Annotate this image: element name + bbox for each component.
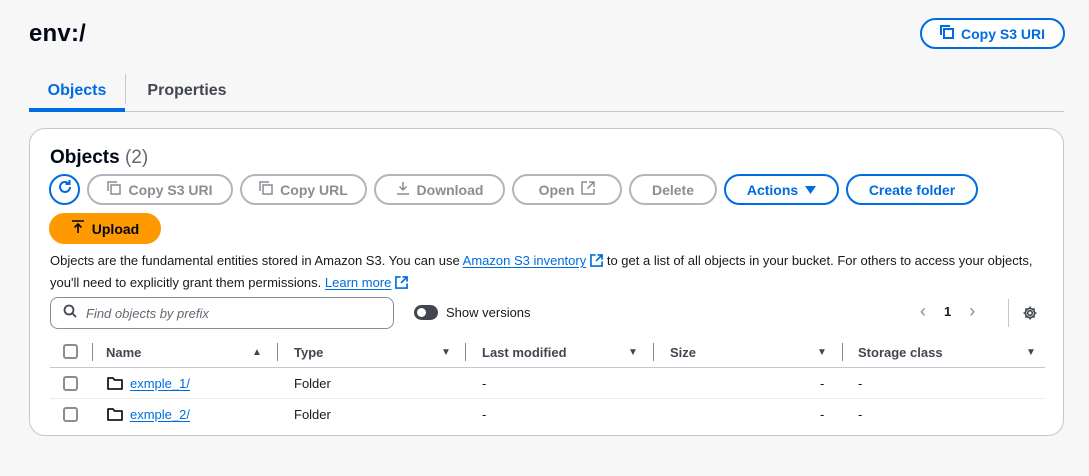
row-checkbox[interactable] (63, 376, 78, 391)
column-divider (653, 343, 654, 361)
folder-icon (107, 376, 123, 393)
panel-title: Objects (2) (50, 147, 148, 169)
panel-title-text: Objects (50, 147, 120, 168)
gear-icon[interactable] (1022, 305, 1038, 326)
description-text-1: Objects are the fundamental entities sto… (50, 253, 463, 268)
refresh-button[interactable] (49, 174, 80, 205)
column-divider (92, 343, 93, 361)
sort-asc-icon[interactable]: ▲ (252, 347, 262, 358)
delete-button[interactable]: Delete (629, 174, 717, 205)
object-size: - (820, 376, 825, 391)
current-page[interactable]: 1 (944, 304, 951, 319)
object-last-modified: - (482, 376, 487, 391)
column-divider (842, 343, 843, 361)
open-button[interactable]: Open (512, 174, 622, 205)
create-folder-label: Create folder (868, 181, 956, 198)
copy-icon (259, 181, 273, 198)
object-name-link[interactable]: exmple_2/ (130, 407, 190, 422)
download-label: Download (416, 181, 484, 198)
pagination-divider (1008, 299, 1009, 327)
column-header-size[interactable]: Size (670, 345, 696, 360)
learn-more-link[interactable]: Learn more (325, 275, 391, 290)
upload-arrow-icon (71, 220, 85, 237)
copy-s3-uri-label: Copy S3 URI (960, 25, 1045, 42)
object-type: Folder (294, 407, 331, 422)
column-header-name[interactable]: Name (106, 345, 141, 360)
pagination: ‹ 1 › (920, 301, 975, 322)
tab-objects[interactable]: Objects (29, 72, 125, 112)
show-versions-label: Show versions (446, 305, 531, 320)
download-icon (396, 181, 410, 198)
column-divider (465, 343, 466, 361)
show-versions-toggle[interactable] (414, 305, 438, 320)
object-size: - (820, 407, 825, 422)
column-header-last-modified[interactable]: Last modified (482, 345, 567, 360)
sort-desc-icon[interactable]: ▼ (441, 347, 451, 358)
table-row[interactable]: exmple_2/ Folder - - - (50, 399, 1045, 430)
create-folder-button[interactable]: Create folder (846, 174, 978, 205)
object-last-modified: - (482, 407, 487, 422)
delete-label: Delete (651, 181, 695, 198)
copy-icon (939, 25, 954, 42)
object-storage-class: - (858, 407, 863, 422)
upload-button[interactable]: Upload (49, 213, 161, 244)
object-count: (2) (124, 147, 149, 168)
select-all-checkbox[interactable] (63, 344, 78, 359)
show-versions-toggle-group: Show versions (414, 305, 531, 320)
column-divider (277, 343, 278, 361)
upload-label: Upload (91, 220, 140, 237)
sort-desc-icon[interactable]: ▼ (1026, 347, 1036, 358)
chevron-left-icon[interactable]: ‹ (920, 301, 926, 322)
tab-properties[interactable]: Properties (135, 72, 239, 110)
objects-description: Objects are the fundamental entities sto… (50, 251, 1050, 295)
table-row[interactable]: exmple_1/ Folder - - - (50, 368, 1045, 399)
actions-label: Actions (746, 181, 799, 198)
table-header: Name ▲ Type ▼ Last modified ▼ Size ▼ Sto… (50, 338, 1045, 368)
copy-s3-uri-toolbar-label: Copy S3 URI (128, 181, 213, 198)
object-type: Folder (294, 376, 331, 391)
copy-url-button[interactable]: Copy URL (240, 174, 367, 205)
sort-desc-icon[interactable]: ▼ (628, 347, 638, 358)
external-link-icon (581, 181, 596, 198)
objects-panel: Objects (2) Copy S3 URI Copy URL Downloa… (29, 128, 1064, 436)
external-link-icon (590, 253, 604, 273)
search-icon (63, 304, 77, 323)
search-input[interactable] (86, 305, 376, 321)
amazon-s3-inventory-link[interactable]: Amazon S3 inventory (463, 253, 587, 268)
upload-row: Upload (49, 213, 161, 244)
refresh-icon (57, 179, 73, 200)
chevron-right-icon[interactable]: › (969, 301, 975, 322)
objects-table: Name ▲ Type ▼ Last modified ▼ Size ▼ Sto… (50, 338, 1045, 430)
tab-bar: Objects Properties (29, 72, 1064, 112)
folder-icon (107, 407, 123, 424)
copy-s3-uri-toolbar-button[interactable]: Copy S3 URI (87, 174, 233, 205)
object-storage-class: - (858, 376, 863, 391)
download-button[interactable]: Download (374, 174, 505, 205)
tab-divider (125, 74, 126, 104)
copy-icon (107, 181, 122, 198)
copy-url-label: Copy URL (280, 181, 348, 198)
sort-desc-icon[interactable]: ▼ (817, 347, 827, 358)
column-header-storage-class[interactable]: Storage class (858, 345, 943, 360)
caret-down-icon (805, 182, 817, 198)
open-label: Open (538, 181, 575, 198)
objects-toolbar: Copy S3 URI Copy URL Download Open Delet… (49, 174, 978, 205)
page-title: env:/ (29, 20, 87, 47)
row-checkbox[interactable] (63, 407, 78, 422)
search-field (50, 297, 394, 329)
object-name-link[interactable]: exmple_1/ (130, 376, 190, 391)
copy-s3-uri-button[interactable]: Copy S3 URI (920, 18, 1065, 49)
actions-dropdown-button[interactable]: Actions (724, 174, 839, 205)
external-link-icon (395, 275, 409, 295)
column-header-type[interactable]: Type (294, 345, 323, 360)
